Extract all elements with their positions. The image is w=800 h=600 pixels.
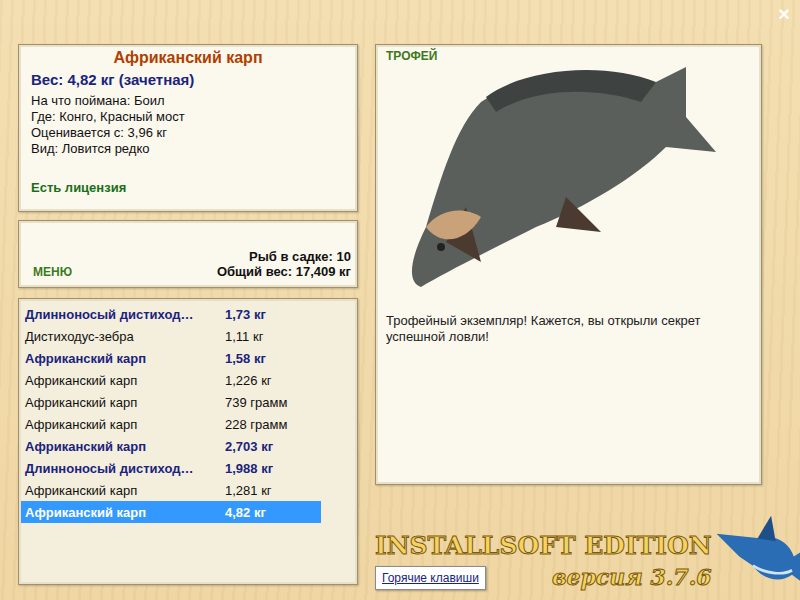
version-label: версия 3.7.6 (552, 564, 712, 590)
catch-weight: 739 грамм (225, 395, 287, 410)
catch-row[interactable]: Длинноносый дистиход…1,73 кг (21, 303, 321, 325)
marlin-icon (712, 495, 800, 600)
close-button[interactable]: × (778, 4, 790, 24)
fish-detail: Где: Конго, Красный мост (31, 109, 345, 125)
menu-button[interactable]: МЕНЮ (33, 265, 72, 279)
catch-row[interactable]: Африканский карп2,703 кг (21, 435, 321, 457)
fish-count: Рыб в садке: 10 (217, 249, 351, 264)
catch-row[interactable]: Африканский карп228 грамм (21, 413, 321, 435)
catch-weight: 2,703 кг (225, 439, 273, 454)
fish-detail: На что поймана: Боил (31, 93, 345, 109)
catch-row[interactable]: Африканский карп4,82 кг (21, 501, 321, 523)
catch-name: Африканский карп (21, 439, 225, 454)
catch-weight: 4,82 кг (225, 505, 266, 520)
catch-weight: 1,11 кг (225, 329, 263, 344)
license-status: Есть лицензия (31, 180, 345, 195)
fish-screen: × Африканский карп Вес: 4,82 кг (зачетная)… (0, 0, 800, 600)
catch-row[interactable]: Длинноносый дистиход…1,988 кг (21, 457, 321, 479)
catch-weight: 1,226 кг (225, 373, 272, 388)
catch-name: Длинноносый дистиход… (21, 461, 225, 476)
trophy-label: ТРОФЕЙ (386, 49, 751, 63)
hotkeys-button[interactable]: Горячие клавиши (375, 566, 486, 590)
catch-weight: 1,73 кг (225, 307, 266, 322)
catch-name: Африканский карп (21, 483, 225, 498)
catch-name: Дистиходус-зебра (21, 329, 225, 344)
catch-row[interactable]: Африканский карп739 грамм (21, 391, 321, 413)
total-weight: Общий вес: 17,409 кг (217, 264, 351, 279)
fish-detail: Оценивается с: 3,96 кг (31, 125, 345, 141)
fish-name: Африканский карп (31, 49, 345, 67)
trophy-panel: ТРОФЕЙ Трофейный экземпляр! Кажется, вы о… (375, 44, 762, 485)
catch-name: Африканский карп (21, 395, 225, 410)
catch-name: Африканский карп (21, 417, 225, 432)
catch-row[interactable]: Африканский карп1,226 кг (21, 369, 321, 391)
trophy-message: Трофейный экземпляр! Кажется, вы открыли… (386, 313, 751, 345)
catch-row[interactable]: Африканский карп1,58 кг (21, 347, 321, 369)
catch-name: Длинноносый дистиход… (21, 307, 225, 322)
fish-detail: Вид: Ловится редко (31, 141, 345, 157)
catch-row[interactable]: Африканский карп1,281 кг (21, 479, 321, 501)
fish-photo (386, 57, 746, 297)
catch-name: Африканский карп (21, 505, 225, 520)
catch-name: Африканский карп (21, 373, 225, 388)
catch-list: Длинноносый дистиход…1,73 кгДистиходус-з… (18, 298, 358, 585)
catch-weight: 1,988 кг (225, 461, 273, 476)
fish-weight: Вес: 4,82 кг (зачетная) (31, 71, 345, 88)
catch-row[interactable]: Дистиходус-зебра1,11 кг (21, 325, 321, 347)
catch-weight: 1,281 кг (225, 483, 272, 498)
keepnet-panel: МЕНЮ Рыб в садке: 10Общий вес: 17,409 кг (18, 220, 358, 288)
edition-logo: INSTALLSOFT EDITION (375, 531, 712, 560)
catch-weight: 228 грамм (225, 417, 287, 432)
fish-card: Африканский карп Вес: 4,82 кг (зачетная) Н… (18, 44, 358, 212)
catch-name: Африканский карп (21, 351, 225, 366)
catch-weight: 1,58 кг (225, 351, 266, 366)
